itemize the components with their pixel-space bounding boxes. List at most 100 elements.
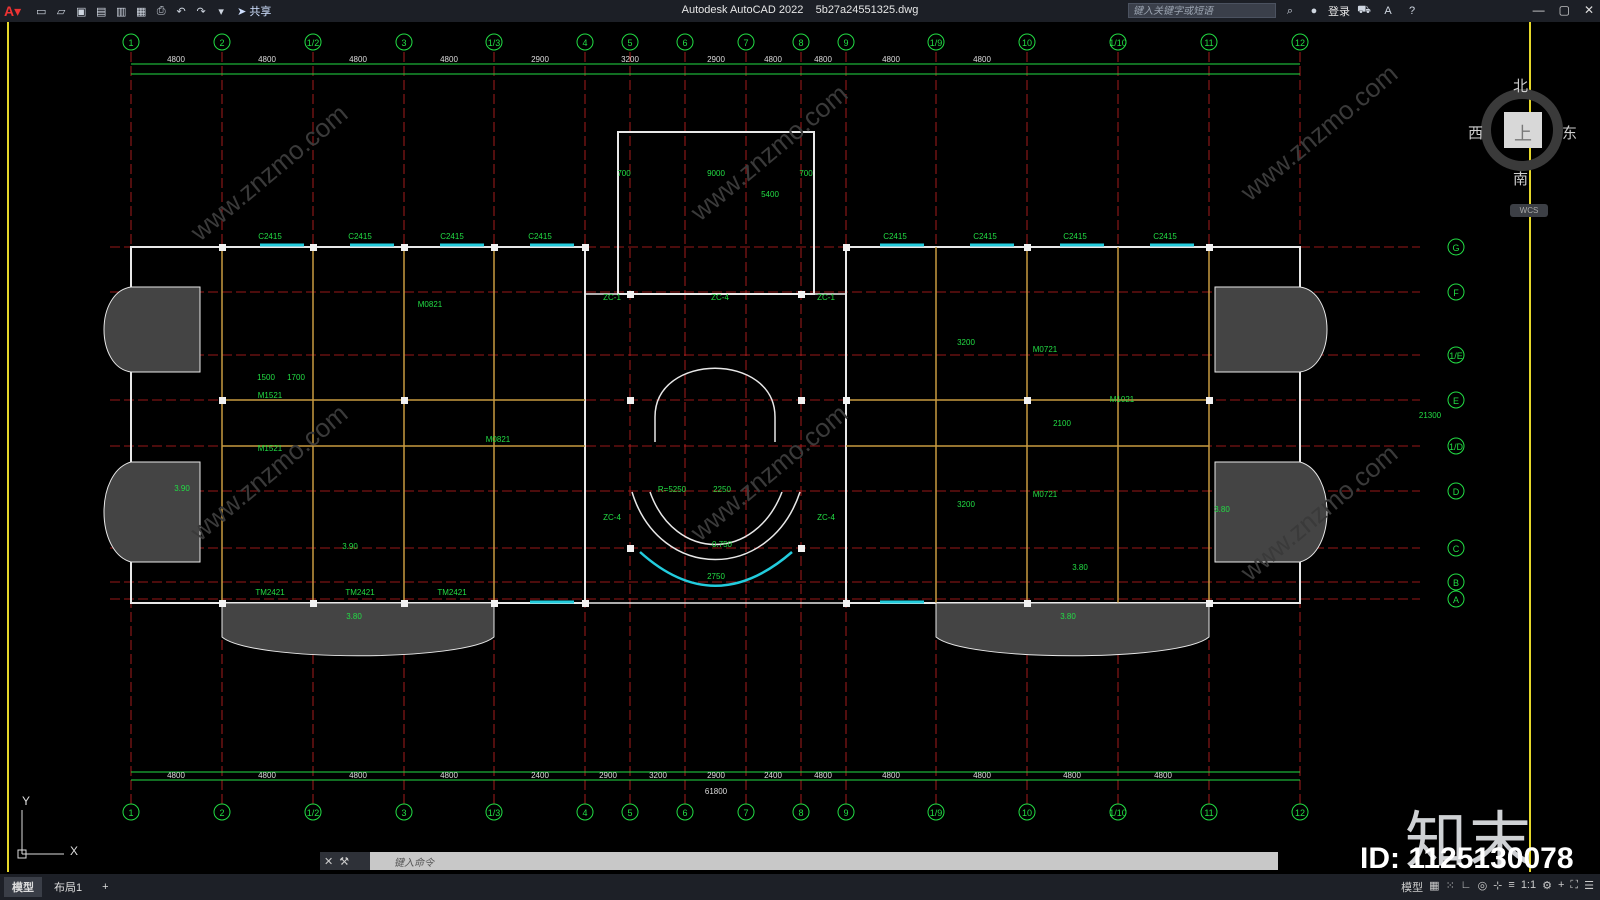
close-icon[interactable]: ✕ bbox=[1584, 3, 1594, 17]
customize-icon[interactable]: ⚒ bbox=[339, 855, 349, 868]
id-watermark: ID: 1125130078 bbox=[1360, 842, 1574, 875]
wcs-dropdown[interactable]: WCS bbox=[1510, 204, 1548, 217]
plan-label: 1700 bbox=[287, 373, 305, 382]
grid-label-bottom: 10 bbox=[1022, 808, 1032, 818]
command-line[interactable]: 键入命令 bbox=[320, 852, 1278, 870]
ortho-icon[interactable]: ∟ bbox=[1461, 879, 1472, 895]
grid-label-bottom: 5 bbox=[627, 808, 632, 818]
plan-label: 3.90 bbox=[342, 542, 358, 551]
column bbox=[401, 397, 408, 404]
minimize-icon[interactable]: — bbox=[1533, 3, 1545, 17]
plan-label: C2415 bbox=[440, 232, 464, 241]
plan-label: M0721 bbox=[1033, 490, 1058, 499]
tab-model[interactable]: 模型 bbox=[4, 877, 42, 897]
cart-icon[interactable]: ⛟ bbox=[1356, 3, 1372, 19]
undo-icon[interactable]: ↶ bbox=[173, 3, 189, 19]
dimension-text-bottom: 4800 bbox=[440, 771, 458, 780]
plan-label: M0821 bbox=[486, 435, 511, 444]
lineweight-icon[interactable]: ≡ bbox=[1508, 879, 1514, 895]
new-file-icon[interactable]: ▭ bbox=[33, 3, 49, 19]
plan-label: ZC-1 bbox=[603, 293, 621, 302]
plan-label: 3.80 bbox=[1060, 612, 1076, 621]
osnap-icon[interactable]: ⊹ bbox=[1493, 879, 1502, 895]
plus-icon[interactable]: + bbox=[1558, 879, 1564, 895]
dimension-text-top: 4800 bbox=[764, 55, 782, 64]
dimension-text-bottom: 4800 bbox=[882, 771, 900, 780]
login-button[interactable]: 登录 bbox=[1328, 3, 1350, 19]
polar-icon[interactable]: ◎ bbox=[1478, 879, 1488, 895]
plan-label: 2100 bbox=[1053, 419, 1071, 428]
grid-label-right: 1/E bbox=[1449, 351, 1463, 361]
dimension-text-bottom: 3200 bbox=[649, 771, 667, 780]
plan-label: C2415 bbox=[528, 232, 552, 241]
print-icon[interactable]: ⎙ bbox=[153, 3, 169, 19]
grid-label-right: 1/D bbox=[1449, 442, 1464, 452]
status-tools: 模型 ▦ ⁙ ∟ ◎ ⊹ ≡ 1:1 ⚙ + ⛶ ☰ bbox=[1401, 879, 1594, 895]
viewcube[interactable]: 北 南 西 东 上 bbox=[1468, 77, 1578, 188]
grid-label-right: E bbox=[1453, 396, 1459, 406]
add-layout-button[interactable]: + bbox=[94, 879, 116, 895]
grid-icon[interactable]: ▦ bbox=[1429, 879, 1439, 895]
maximize-icon[interactable]: ▢ bbox=[1559, 3, 1570, 17]
viewcube-east[interactable]: 东 bbox=[1562, 122, 1577, 143]
plan-label: ZC-4 bbox=[603, 513, 621, 522]
plan-label: C2415 bbox=[348, 232, 372, 241]
column bbox=[219, 397, 226, 404]
save-as-icon[interactable]: ▤ bbox=[93, 3, 109, 19]
viewcube-west[interactable]: 西 bbox=[1468, 122, 1483, 143]
column bbox=[491, 244, 498, 251]
balcony-south bbox=[221, 602, 495, 657]
command-input[interactable]: 键入命令 bbox=[394, 854, 434, 869]
column bbox=[582, 244, 589, 251]
search-input[interactable]: 键入关键字或短语 bbox=[1128, 3, 1276, 18]
dimension-text-bottom: 4800 bbox=[814, 771, 832, 780]
balcony-left-bottom bbox=[103, 461, 201, 563]
redo-icon[interactable]: ↷ bbox=[193, 3, 209, 19]
share-button[interactable]: ➤ 共享 bbox=[237, 3, 271, 19]
column bbox=[310, 244, 317, 251]
grid-label-bottom: 9 bbox=[843, 808, 848, 818]
model-space-button[interactable]: 模型 bbox=[1401, 879, 1423, 895]
viewcube-south[interactable]: 南 bbox=[1513, 168, 1528, 189]
dimension-total: 61800 bbox=[705, 787, 728, 796]
viewcube-north[interactable]: 北 bbox=[1513, 75, 1528, 96]
grid-label-bottom: 1/3 bbox=[488, 808, 501, 818]
snap-icon[interactable]: ⁙ bbox=[1446, 879, 1455, 895]
autocad-logo-icon[interactable]: A▾ bbox=[4, 3, 21, 20]
annotation-scale[interactable]: 1:1 bbox=[1521, 879, 1536, 895]
qat-dropdown-icon[interactable]: ▾ bbox=[213, 3, 229, 19]
autodesk-app-icon[interactable]: A bbox=[1380, 3, 1396, 19]
plan-label: C2415 bbox=[258, 232, 282, 241]
viewcube-top[interactable]: 上 bbox=[1514, 120, 1532, 146]
user-icon[interactable]: ● bbox=[1306, 3, 1322, 19]
dimension-text-top: 4800 bbox=[349, 55, 367, 64]
plan-label: 700 bbox=[799, 169, 813, 178]
drawing-canvas[interactable]: 1 1 2 2 1/2 1/2 3 3 1/3 1/3 4 4 5 5 6 6 7 7 8 8 9 9 1/9 1/9 10 10… bbox=[0, 22, 1600, 877]
app-title: Autodesk AutoCAD 2022 bbox=[681, 4, 804, 16]
grid-label-top: 7 bbox=[743, 38, 748, 48]
file-name: 5b27a24551325.dwg bbox=[815, 4, 919, 16]
close-command-icon[interactable]: ✕ bbox=[324, 855, 333, 868]
column bbox=[491, 600, 498, 607]
search-icon[interactable]: ⌕ bbox=[1282, 3, 1298, 19]
plan-label: 5400 bbox=[761, 190, 779, 199]
column bbox=[843, 600, 850, 607]
open-file-icon[interactable]: ▱ bbox=[53, 3, 69, 19]
save-icon[interactable]: ▣ bbox=[73, 3, 89, 19]
plan-label: M1021 bbox=[1110, 395, 1135, 404]
tab-layout1[interactable]: 布局1 bbox=[46, 877, 90, 897]
help-icon[interactable]: ? bbox=[1404, 3, 1420, 19]
dimension-text-top: 4800 bbox=[258, 55, 276, 64]
plot-publish-icon[interactable]: ▦ bbox=[133, 3, 149, 19]
gear-icon[interactable]: ⚙ bbox=[1542, 879, 1552, 895]
grid-label-top: 4 bbox=[582, 38, 587, 48]
column bbox=[843, 244, 850, 251]
column bbox=[627, 545, 634, 552]
dimension-text-bottom: 4800 bbox=[973, 771, 991, 780]
web-mobile-icon[interactable]: ▥ bbox=[113, 3, 129, 19]
menu-icon[interactable]: ☰ bbox=[1584, 879, 1594, 895]
fullscreen-icon[interactable]: ⛶ bbox=[1570, 879, 1578, 895]
column bbox=[1206, 397, 1213, 404]
dimension-text-bottom: 2400 bbox=[764, 771, 782, 780]
command-line-tools: ✕ ⚒ bbox=[320, 852, 370, 870]
